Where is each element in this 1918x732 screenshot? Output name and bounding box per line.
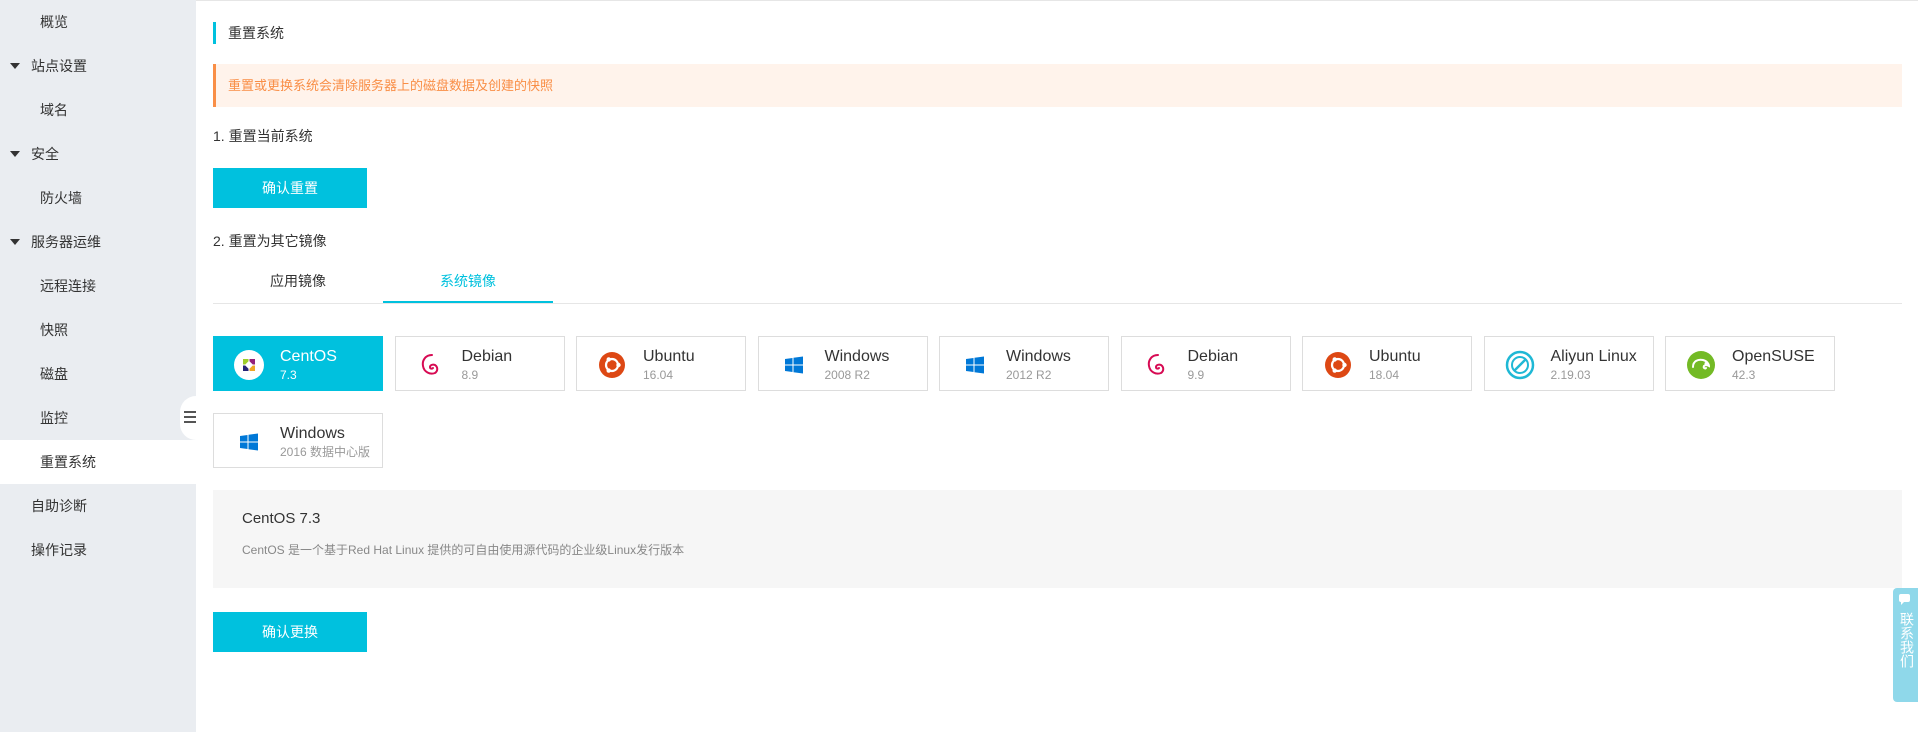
tab-system-images[interactable]: 系统镜像 bbox=[383, 261, 553, 303]
sidebar-item[interactable]: 监控 bbox=[0, 396, 196, 440]
os-version: 16.04 bbox=[643, 368, 674, 382]
contact-us-button[interactable]: 联系我们 bbox=[1893, 588, 1918, 702]
sidebar-item-label: 快照 bbox=[40, 322, 68, 338]
os-name: OpenSUSE bbox=[1732, 348, 1815, 365]
sidebar-item-label: 概览 bbox=[40, 14, 68, 30]
confirm-change-button[interactable]: 确认更换 bbox=[213, 612, 367, 652]
os-card[interactable]: Ubuntu 18.04 bbox=[1302, 336, 1472, 391]
sidebar: 概览站点设置域名安全防火墙服务器运维远程连接快照磁盘监控重置系统自助诊断操作记录 bbox=[0, 0, 196, 732]
sidebar-item-label: 安全 bbox=[31, 146, 59, 162]
sidebar-item[interactable]: 快照 bbox=[0, 308, 196, 352]
sidebar-item[interactable]: 操作记录 bbox=[0, 528, 196, 572]
page-title: 重置系统 bbox=[213, 22, 284, 44]
windows-icon bbox=[960, 350, 990, 380]
sidebar-item[interactable]: 磁盘 bbox=[0, 352, 196, 396]
contact-us-label: 联系我们 bbox=[1899, 612, 1915, 668]
os-version: 2012 R2 bbox=[1006, 368, 1052, 382]
os-version: 42.3 bbox=[1732, 368, 1756, 382]
os-version: 9.9 bbox=[1187, 368, 1205, 382]
sidebar-item-label: 自助诊断 bbox=[31, 498, 87, 514]
os-version: 8.9 bbox=[461, 368, 479, 382]
sidebar-item[interactable]: 服务器运维 bbox=[0, 220, 196, 264]
sidebar-item[interactable]: 自助诊断 bbox=[0, 484, 196, 528]
sidebar-item[interactable]: 重置系统 bbox=[0, 440, 196, 484]
os-card[interactable]: Debian 9.9 bbox=[1120, 336, 1291, 391]
os-card[interactable]: Windows 2012 R2 bbox=[939, 336, 1109, 391]
sidebar-item-label: 防火墙 bbox=[40, 190, 82, 206]
step1-label: 1. 重置当前系统 bbox=[213, 128, 313, 144]
opensuse-icon bbox=[1686, 350, 1716, 380]
ubuntu-icon bbox=[597, 350, 627, 380]
sidebar-item-label: 操作记录 bbox=[31, 542, 87, 558]
os-version: 7.3 bbox=[280, 368, 297, 382]
debian-icon bbox=[1142, 350, 1172, 380]
os-card[interactable]: Aliyun Linux 2.19.03 bbox=[1483, 336, 1654, 391]
os-name: Windows bbox=[824, 348, 890, 365]
sidebar-item[interactable]: 域名 bbox=[0, 88, 196, 132]
sidebar-item-label: 服务器运维 bbox=[31, 234, 101, 250]
sidebar-item[interactable]: 概览 bbox=[0, 0, 196, 44]
sidebar-item-label: 站点设置 bbox=[31, 58, 87, 74]
sidebar-item-label: 监控 bbox=[40, 410, 68, 426]
os-version: 2.19.03 bbox=[1550, 368, 1591, 382]
os-card[interactable]: Debian 8.9 bbox=[394, 336, 565, 391]
debian-icon bbox=[416, 350, 446, 380]
sidebar-item-label: 重置系统 bbox=[40, 454, 96, 470]
windows-icon bbox=[234, 427, 264, 457]
step2-label: 2. 重置为其它镜像 bbox=[213, 233, 327, 249]
sidebar-item-label: 域名 bbox=[40, 102, 68, 118]
sidebar-item[interactable]: 站点设置 bbox=[0, 44, 196, 88]
os-card[interactable]: Ubuntu 16.04 bbox=[576, 336, 746, 391]
os-name: Ubuntu bbox=[1369, 348, 1421, 365]
os-card[interactable]: Windows 2008 R2 bbox=[757, 336, 928, 391]
os-name: CentOS bbox=[280, 348, 337, 365]
caret-down-icon bbox=[10, 63, 20, 69]
os-card[interactable]: Windows 2016 数据中心版 bbox=[213, 413, 383, 468]
os-description-text: CentOS 是一个基于Red Hat Linux 提供的可自由使用源代码的企业… bbox=[242, 543, 685, 557]
os-name: Debian bbox=[461, 348, 513, 365]
os-name: Ubuntu bbox=[643, 348, 695, 365]
windows-icon bbox=[779, 350, 809, 380]
ubuntu-icon bbox=[1323, 350, 1353, 380]
os-name: Windows bbox=[1006, 348, 1071, 365]
os-name: Windows bbox=[280, 425, 345, 442]
confirm-reset-button[interactable]: 确认重置 bbox=[213, 168, 367, 208]
collapse-icon bbox=[184, 411, 196, 426]
os-name: Aliyun Linux bbox=[1550, 348, 1637, 365]
sidebar-collapse-handle[interactable] bbox=[180, 396, 196, 440]
tab-app-images[interactable]: 应用镜像 bbox=[213, 261, 383, 303]
os-card[interactable]: OpenSUSE 42.3 bbox=[1665, 336, 1835, 391]
warning-banner: 重置或更换系统会清除服务器上的磁盘数据及创建的快照 bbox=[213, 64, 1902, 107]
sidebar-item[interactable]: 远程连接 bbox=[0, 264, 196, 308]
sidebar-item-label: 磁盘 bbox=[40, 366, 68, 382]
centos-icon bbox=[234, 350, 264, 380]
sidebar-item[interactable]: 安全 bbox=[0, 132, 196, 176]
os-version: 18.04 bbox=[1369, 368, 1400, 382]
aliyun-icon bbox=[1505, 350, 1535, 380]
os-description-title: CentOS 7.3 bbox=[242, 510, 321, 527]
os-version: 2016 数据中心版 bbox=[280, 445, 371, 459]
os-card[interactable]: CentOS 7.3 bbox=[213, 336, 383, 391]
caret-down-icon bbox=[10, 151, 20, 157]
os-version: 2008 R2 bbox=[824, 368, 870, 382]
os-description-panel: CentOS 7.3 CentOS 是一个基于Red Hat Linux 提供的… bbox=[213, 490, 1902, 588]
caret-down-icon bbox=[10, 239, 20, 245]
os-name: Debian bbox=[1187, 348, 1239, 365]
chat-icon bbox=[1899, 594, 1910, 605]
sidebar-item-label: 远程连接 bbox=[40, 278, 96, 294]
sidebar-item[interactable]: 防火墙 bbox=[0, 176, 196, 220]
top-divider bbox=[196, 0, 1918, 1]
image-tabs: 应用镜像 系统镜像 bbox=[213, 261, 1902, 304]
